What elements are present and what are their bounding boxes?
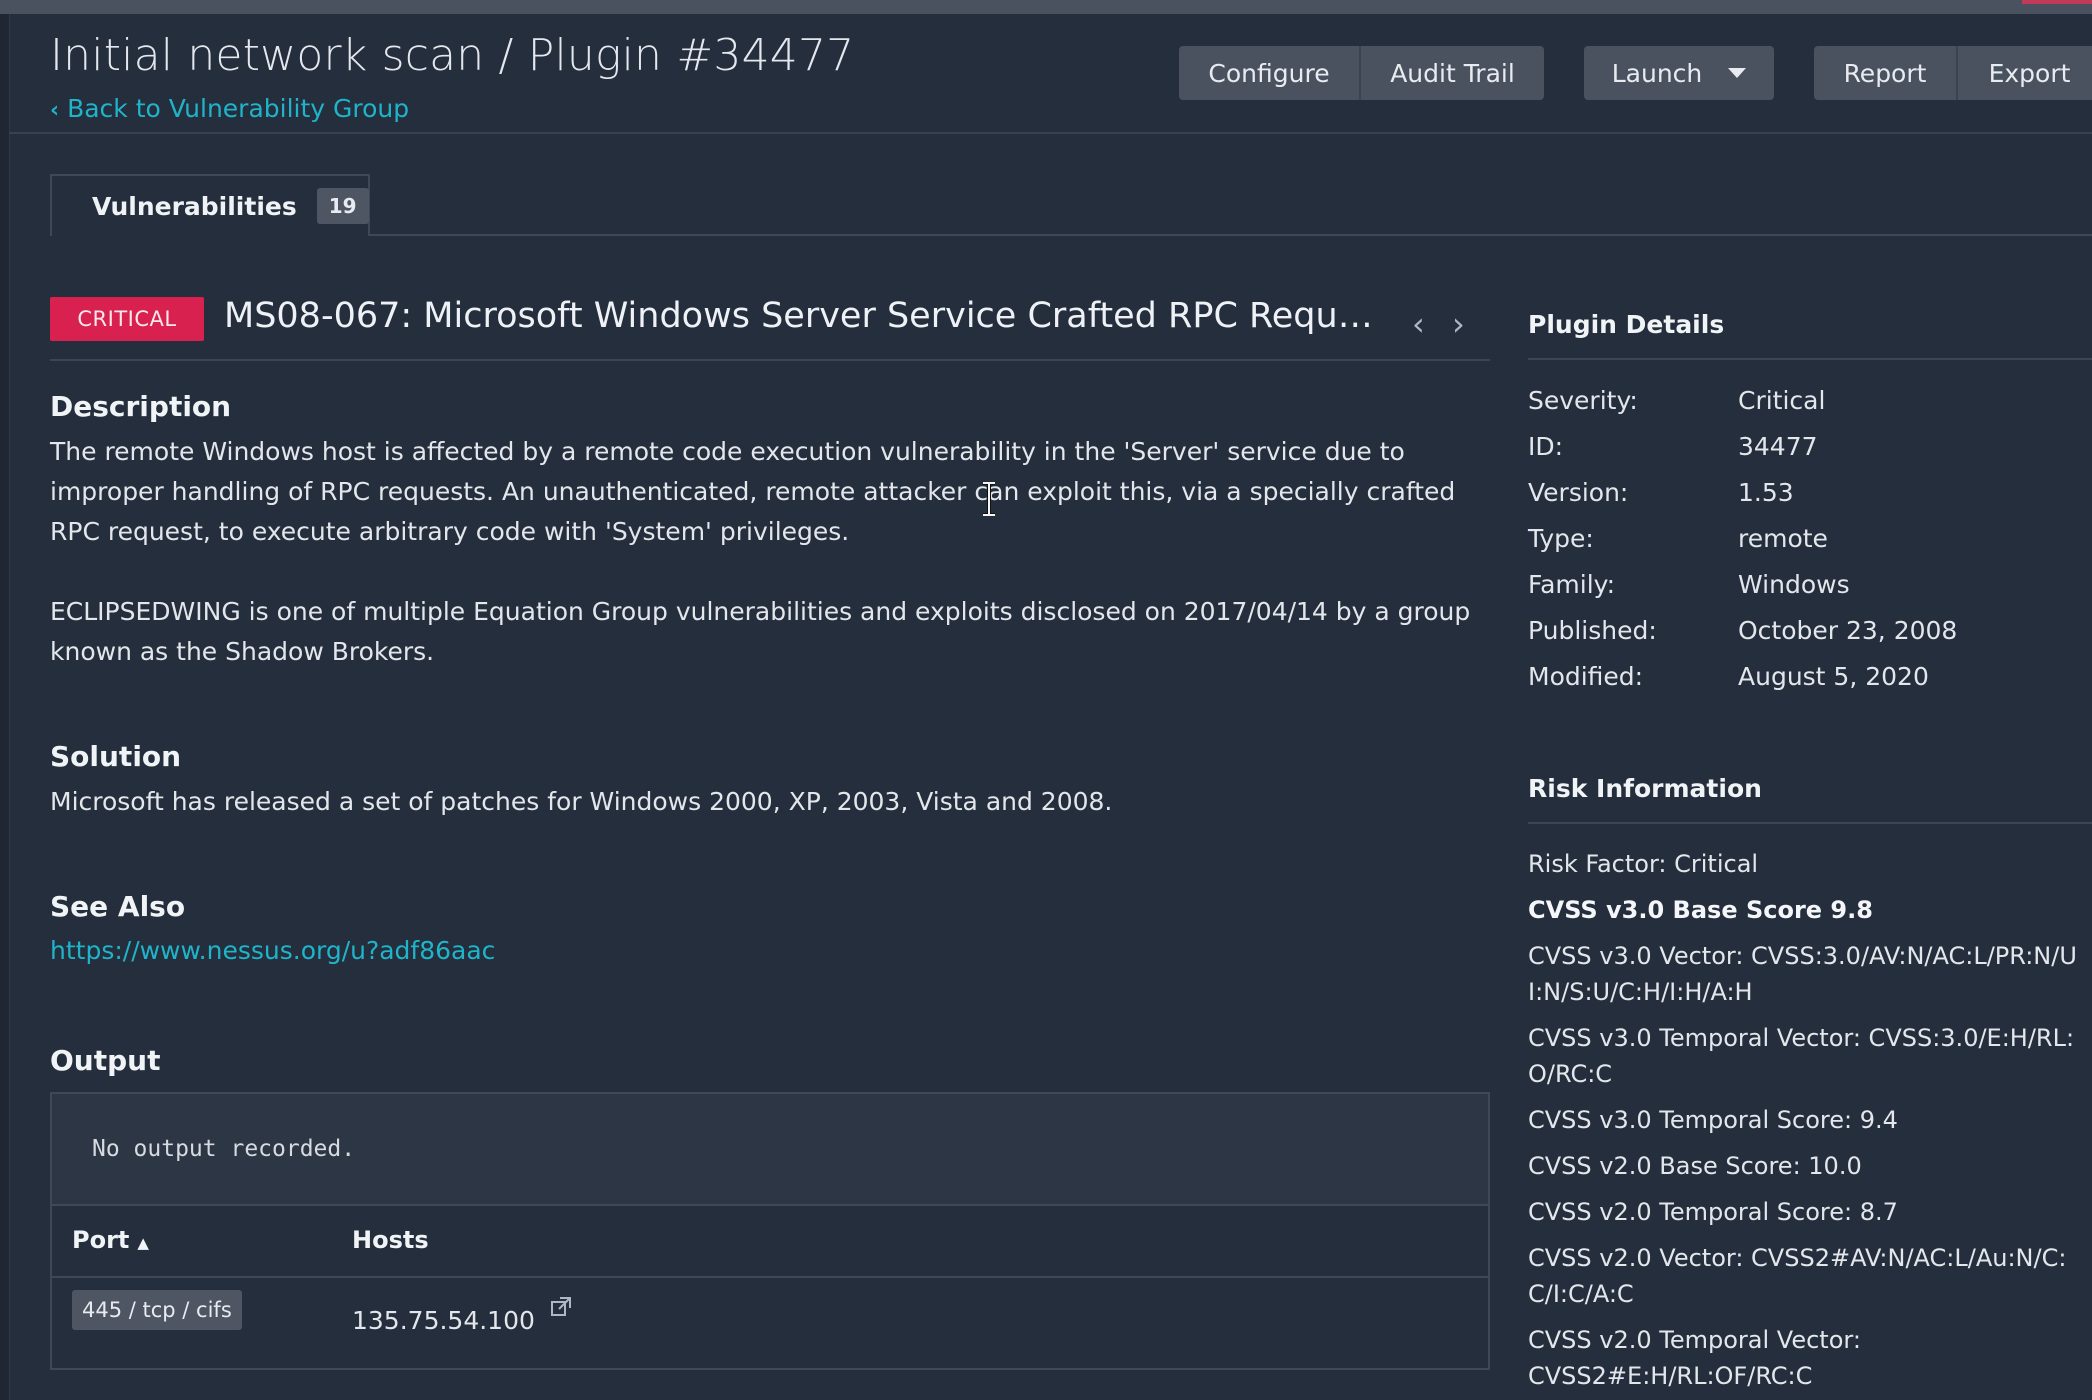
cvss3-base-score: CVSS v3.0 Base Score 9.8 [1528,896,1873,924]
tab-divider [370,234,2092,236]
text-cursor-icon [983,482,995,516]
severity-value: Critical [1738,386,1826,415]
plugin-details-divider [1528,358,2092,360]
output-box: No output recorded. [50,1092,1490,1206]
see-also-link[interactable]: https://www.nessus.org/u?adf86aac [50,936,495,965]
type-value: remote [1738,524,1828,553]
type-label: Type: [1528,524,1594,553]
id-value: 34477 [1738,432,1818,461]
cvss3-temporal-vector: CVSS v3.0 Temporal Vector: CVSS:3.0/E:H/… [1528,1024,2075,1088]
cvss3-vector: CVSS v3.0 Vector: CVSS:3.0/AV:N/AC:L/PR:… [1528,942,2077,1006]
host-ip[interactable]: 135.75.54.100 [352,1306,535,1335]
version-value: 1.53 [1738,478,1794,507]
tab-label: Vulnerabilities [92,191,297,221]
risk-information-divider [1528,822,2092,824]
published-label: Published: [1528,616,1657,645]
top-bar [0,0,2092,14]
chevron-left-icon: ‹ [50,98,60,123]
cvss3-temporal-score: CVSS v3.0 Temporal Score: 9.4 [1528,1106,1898,1134]
audit-trail-button[interactable]: Audit Trail [1359,46,1544,100]
modified-label: Modified: [1528,662,1644,691]
tab-count-badge: 19 [316,188,369,224]
caret-down-icon [1728,68,1747,78]
id-label: ID: [1528,432,1564,461]
family-value: Windows [1738,570,1850,599]
previous-vulnerability-chevron-icon[interactable]: ‹ [1412,305,1425,343]
description-paragraph-1: The remote Windows host is affected by a… [50,437,1456,546]
page-header: Initial network scan / Plugin #34477 ‹ Ba… [9,14,2092,134]
see-also-heading: See Also [50,890,186,923]
description-paragraph-2: ECLIPSEDWING is one of multiple Equation… [50,597,1471,666]
plugin-details-heading: Plugin Details [1528,310,1725,339]
page-title: Initial network scan / Plugin #34477 [50,30,855,81]
sort-ascending-icon: ▲ [137,1234,149,1252]
configure-button[interactable]: Configure [1179,46,1359,100]
family-label: Family: [1528,570,1616,599]
left-sidebar-strip [0,14,10,1400]
solution-text: Microsoft has released a set of patches … [50,787,1113,816]
cvss2-temporal-vector: CVSS v2.0 Temporal Vector: CVSS2#E:H/RL:… [1528,1326,1861,1390]
next-vulnerability-chevron-icon[interactable]: › [1452,305,1465,343]
back-to-vulnerability-group-link[interactable]: ‹ Back to Vulnerability Group [50,94,409,123]
report-export-group: Report Export [1814,46,2092,100]
launch-group: Launch [1584,46,1774,100]
severity-badge: CRITICAL [50,297,204,341]
port-column-header[interactable]: Port ▲ [72,1226,149,1254]
vulnerability-title: MS08-067: Microsoft Windows Server Servi… [224,296,1374,336]
description-heading: Description [50,390,232,423]
risk-information-heading: Risk Information [1528,774,1762,803]
cvss2-base-score: CVSS v2.0 Base Score: 10.0 [1528,1152,1862,1180]
tab-vulnerabilities[interactable]: Vulnerabilities 19 [50,174,370,236]
top-bar-accent [2022,0,2092,4]
severity-label: Severity: [1528,386,1638,415]
modified-value: August 5, 2020 [1738,662,1929,691]
published-value: October 23, 2008 [1738,616,1958,645]
hosts-column-header: Hosts [352,1226,429,1254]
solution-heading: Solution [50,740,182,773]
port-hosts-table: Port ▲ Hosts 445 / tcp / cifs 135.75.54.1… [50,1206,1490,1370]
report-button[interactable]: Report [1814,46,1956,100]
port-pill[interactable]: 445 / tcp / cifs [72,1290,242,1330]
cvss2-vector: CVSS v2.0 Vector: CVSS2#AV:N/AC:L/Au:N/C… [1528,1244,2067,1308]
output-heading: Output [50,1044,161,1077]
configure-audit-group: Configure Audit Trail [1179,46,1544,100]
title-divider [50,359,1490,361]
version-label: Version: [1528,478,1629,507]
launch-label: Launch [1611,58,1703,88]
export-button[interactable]: Export [1956,46,2092,100]
output-text: No output recorded. [92,1136,356,1162]
back-link-label: Back to Vulnerability Group [67,94,410,123]
cvss2-temporal-score: CVSS v2.0 Temporal Score: 8.7 [1528,1198,1898,1226]
risk-factor: Risk Factor: Critical [1528,850,1759,878]
launch-dropdown-button[interactable]: Launch [1584,46,1774,100]
table-header-divider [52,1276,1488,1278]
external-link-icon[interactable] [550,1296,572,1318]
port-header-label: Port [72,1226,130,1254]
